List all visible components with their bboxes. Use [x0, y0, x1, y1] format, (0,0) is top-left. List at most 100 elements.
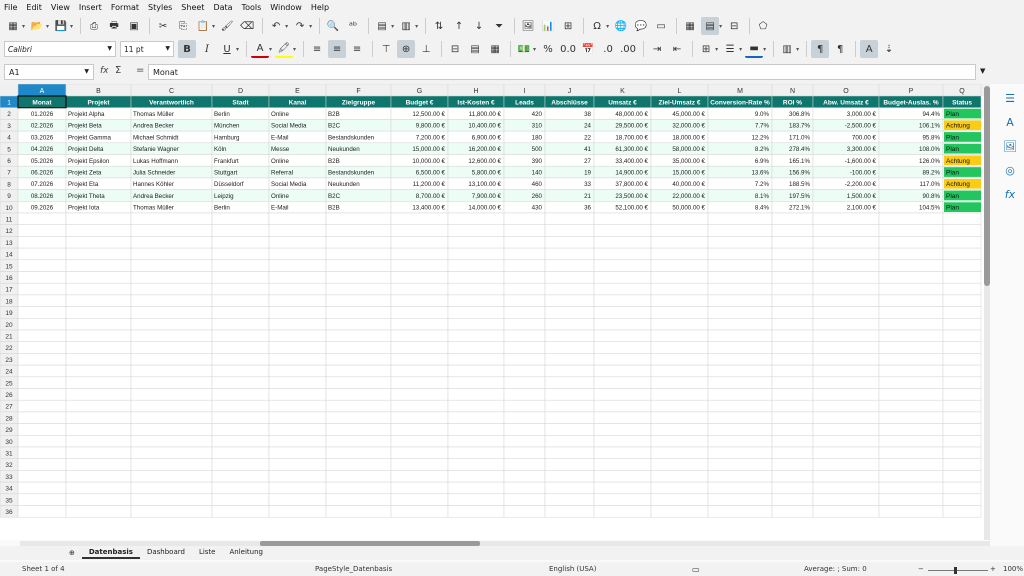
table-cell[interactable]: [325, 282, 392, 296]
table-cell[interactable]: [65, 247, 132, 261]
tab-datenbasis[interactable]: Datenbasis: [81, 547, 140, 559]
table-cell[interactable]: [812, 318, 880, 331]
zoom-slider-thumb[interactable]: [954, 567, 957, 574]
table-cell[interactable]: [17, 376, 67, 389]
table-cell[interactable]: [593, 236, 652, 249]
table-cell[interactable]: [593, 423, 652, 436]
table-cell[interactable]: [878, 446, 944, 459]
table-cell[interactable]: [447, 247, 505, 261]
increase-indent-icon[interactable]: ⇥: [648, 40, 666, 58]
table-cell[interactable]: [17, 399, 67, 413]
table-cell[interactable]: [447, 458, 505, 471]
table-cell[interactable]: [878, 481, 944, 495]
table-cell[interactable]: [707, 224, 773, 237]
table-cell[interactable]: [17, 294, 67, 307]
table-cell[interactable]: [447, 341, 505, 354]
table-cell[interactable]: [390, 435, 449, 448]
align-middle-icon[interactable]: ⊕: [397, 40, 416, 58]
table-cell[interactable]: [211, 470, 270, 483]
menu-window[interactable]: Window: [270, 3, 302, 12]
table-cell[interactable]: [878, 470, 944, 483]
table-cell[interactable]: [878, 435, 944, 448]
table-cell[interactable]: [544, 236, 595, 249]
comment-icon[interactable]: 💬: [632, 17, 650, 35]
table-cell[interactable]: [503, 446, 546, 459]
table-cell[interactable]: [771, 294, 814, 307]
table-cell[interactable]: [650, 282, 709, 296]
table-cell[interactable]: [503, 247, 546, 261]
table-cell[interactable]: [707, 470, 773, 483]
table-cell[interactable]: [17, 458, 67, 471]
expand-formula-icon[interactable]: ▼: [980, 67, 985, 75]
table-cell[interactable]: [390, 247, 449, 261]
zoom-out-icon[interactable]: −: [918, 565, 924, 573]
table-cell[interactable]: [65, 399, 132, 413]
table-cell[interactable]: [650, 224, 709, 237]
table-cell[interactable]: [390, 282, 449, 296]
table-cell[interactable]: [812, 458, 880, 471]
table-cell[interactable]: [593, 318, 652, 331]
table-cell[interactable]: [707, 212, 773, 225]
table-cell[interactable]: [390, 224, 449, 237]
table-cell[interactable]: [707, 423, 773, 436]
table-cell[interactable]: [812, 376, 880, 389]
table-cell[interactable]: [878, 212, 944, 225]
table-cell[interactable]: [447, 470, 505, 483]
table-cell[interactable]: [211, 224, 270, 237]
table-cell[interactable]: [130, 259, 213, 272]
table-cell[interactable]: [268, 247, 327, 261]
split-window-icon[interactable]: ⊟: [725, 17, 743, 35]
table-cell[interactable]: [593, 399, 652, 413]
table-cell[interactable]: [130, 271, 213, 284]
cell-grid[interactable]: A B C D E F G H I J K L M N O P Q12345678910111213141516…: [0, 84, 990, 540]
spelling-icon[interactable]: ᵃᵇ: [344, 17, 362, 35]
table-cell[interactable]: [325, 294, 392, 307]
table-cell[interactable]: [390, 271, 449, 284]
table-cell[interactable]: [812, 446, 880, 459]
table-cell[interactable]: [130, 481, 213, 495]
table-cell[interactable]: [325, 306, 392, 319]
table-cell[interactable]: [707, 399, 773, 413]
menu-sheet[interactable]: Sheet: [181, 3, 204, 12]
table-cell[interactable]: [447, 318, 505, 331]
vertical-scrollbar[interactable]: [984, 86, 990, 540]
table-cell[interactable]: [211, 493, 270, 506]
table-cell[interactable]: [503, 388, 546, 401]
table-cell[interactable]: [130, 505, 213, 518]
sum-icon[interactable]: Σ: [115, 65, 121, 76]
table-cell[interactable]: [65, 481, 132, 495]
table-cell[interactable]: [942, 446, 982, 459]
table-cell[interactable]: [650, 306, 709, 319]
table-cell[interactable]: [65, 282, 132, 296]
table-cell[interactable]: [650, 423, 709, 436]
table-cell[interactable]: [325, 446, 392, 459]
vertical-scroll-thumb[interactable]: [984, 86, 990, 286]
italic-icon[interactable]: I: [198, 40, 216, 58]
table-cell[interactable]: [707, 306, 773, 319]
menu-edit[interactable]: Edit: [26, 3, 42, 12]
table-cell[interactable]: [707, 353, 773, 366]
table-cell[interactable]: [942, 271, 982, 284]
table-cell[interactable]: [593, 470, 652, 483]
table-cell[interactable]: [17, 353, 67, 366]
menu-file[interactable]: File: [4, 3, 17, 12]
table-cell[interactable]: [812, 259, 880, 272]
function-wizard-icon[interactable]: fx: [100, 66, 109, 76]
table-cell[interactable]: [878, 376, 944, 389]
sort-icon[interactable]: ⇅: [430, 17, 448, 35]
table-cell[interactable]: [878, 423, 944, 436]
table-cell[interactable]: [544, 435, 595, 448]
table-cell[interactable]: [650, 446, 709, 459]
table-cell[interactable]: [65, 341, 132, 354]
table-cell[interactable]: [65, 318, 132, 331]
table-cell[interactable]: [65, 411, 132, 424]
table-cell[interactable]: [65, 212, 132, 225]
table-cell[interactable]: [707, 247, 773, 261]
unmerge-icon[interactable]: ▦: [486, 40, 504, 58]
table-cell[interactable]: [325, 435, 392, 448]
table-cell[interactable]: [771, 435, 814, 448]
table-cell[interactable]: [771, 247, 814, 261]
table-cell[interactable]: [65, 329, 132, 342]
table-cell[interactable]: [942, 399, 982, 413]
table-cell[interactable]: [17, 446, 67, 459]
